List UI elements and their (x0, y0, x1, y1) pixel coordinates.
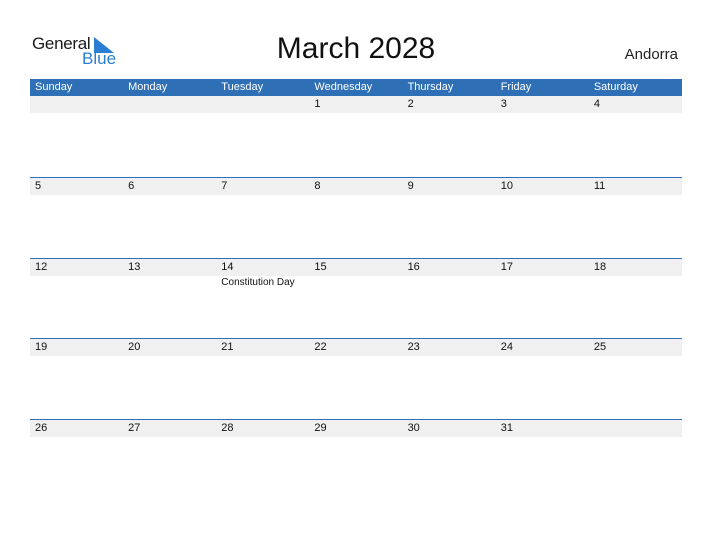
day-event (216, 113, 309, 114)
day-number: 12 (35, 260, 48, 273)
day-event (403, 437, 496, 438)
day-event (589, 113, 682, 114)
day-event (496, 437, 589, 438)
day-number: 16 (407, 260, 420, 273)
day-number: 24 (500, 341, 513, 353)
day-number: 11 (593, 180, 606, 192)
weekday-friday: Friday (500, 81, 532, 93)
day-event (30, 113, 123, 114)
day-event (216, 356, 309, 357)
day-number (589, 420, 682, 437)
day-number-strip: 12 13 14 15 16 17 18 (30, 258, 682, 276)
day-number (30, 96, 123, 113)
weekday-header: Sunday Monday Tuesday Wednesday Thursday… (30, 79, 682, 96)
day-event (403, 113, 496, 114)
weekday-tuesday: Tuesday (221, 81, 264, 93)
event-strip: Constitution Day (30, 276, 682, 288)
day-event (496, 276, 589, 288)
weekday-thursday: Thursday (407, 81, 454, 93)
day-event (589, 356, 682, 357)
day-event (30, 437, 123, 438)
day-number: 25 (593, 341, 607, 353)
day-number: 2 (407, 98, 414, 110)
week-row: 1 2 3 4 (30, 96, 682, 177)
day-event (496, 356, 589, 357)
day-event (403, 356, 496, 357)
day-event (216, 195, 309, 196)
week-row: 12 13 14 15 16 17 18 Constitution Day (30, 257, 682, 339)
day-event (589, 437, 682, 438)
day-number (216, 96, 309, 113)
day-number: 10 (500, 180, 513, 192)
day-event (403, 195, 496, 196)
calendar-title: March 2028 (276, 32, 436, 65)
day-number: 15 (314, 260, 327, 273)
day-number: 27 (128, 421, 141, 434)
day-number: 18 (593, 260, 607, 273)
day-event (309, 276, 402, 288)
day-number: 19 (35, 341, 48, 353)
event-strip (30, 195, 682, 196)
day-number: 8 (314, 180, 321, 192)
day-number: 29 (314, 421, 327, 434)
weekday-monday: Monday (128, 81, 168, 93)
day-number: 26 (35, 421, 48, 434)
day-event (309, 113, 402, 114)
weekday-saturday: Saturday (593, 81, 638, 93)
day-event: Constitution Day (221, 276, 295, 288)
day-number: 3 (500, 98, 507, 110)
day-number: 28 (221, 421, 234, 434)
day-event (309, 437, 402, 438)
day-number-strip: 5 6 7 8 9 10 11 (30, 178, 682, 195)
day-number-strip: 19 20 21 22 23 24 25 (30, 339, 682, 356)
day-number: 7 (221, 180, 228, 192)
event-strip (30, 437, 682, 438)
day-number: 30 (407, 421, 420, 434)
day-number: 13 (128, 260, 141, 273)
calendar-grid: Sunday Monday Tuesday Wednesday Thursday… (30, 79, 682, 499)
day-event (589, 195, 682, 196)
event-strip (30, 113, 682, 114)
day-event (123, 113, 216, 114)
day-number: 6 (128, 180, 135, 192)
day-event (589, 276, 682, 288)
country-label: Andorra (624, 46, 678, 63)
day-number (123, 96, 216, 113)
day-number: 21 (221, 341, 234, 353)
day-number: 1 (314, 98, 321, 110)
day-event (30, 276, 123, 288)
day-event (496, 113, 589, 114)
day-number: 23 (407, 341, 420, 353)
day-event (309, 195, 402, 196)
weekday-sunday: Sunday (35, 81, 73, 93)
day-number-strip: 1 2 3 4 (30, 96, 682, 113)
day-event (123, 276, 216, 288)
day-number: 22 (314, 341, 327, 353)
event-strip (30, 356, 682, 357)
day-number: 9 (407, 180, 414, 192)
day-event (496, 195, 589, 196)
day-event (216, 437, 309, 438)
weekday-wednesday: Wednesday (314, 81, 373, 93)
day-event (403, 276, 496, 288)
week-row: 5 6 7 8 9 10 11 (30, 177, 682, 258)
day-number: 4 (593, 98, 600, 110)
day-number: 20 (128, 341, 141, 353)
week-row: 26 27 28 29 30 31 (30, 418, 682, 500)
week-row: 19 20 21 22 23 24 25 (30, 338, 682, 419)
day-event (123, 195, 216, 196)
day-event (30, 356, 123, 357)
day-event (309, 356, 402, 357)
day-number: 5 (35, 180, 42, 192)
day-event (123, 437, 216, 438)
day-event (30, 195, 123, 196)
day-number: 31 (500, 421, 513, 434)
day-event (123, 356, 216, 357)
day-number-strip: 26 27 28 29 30 31 (30, 419, 682, 437)
day-number: 17 (500, 260, 513, 273)
day-number: 14 (221, 260, 234, 273)
